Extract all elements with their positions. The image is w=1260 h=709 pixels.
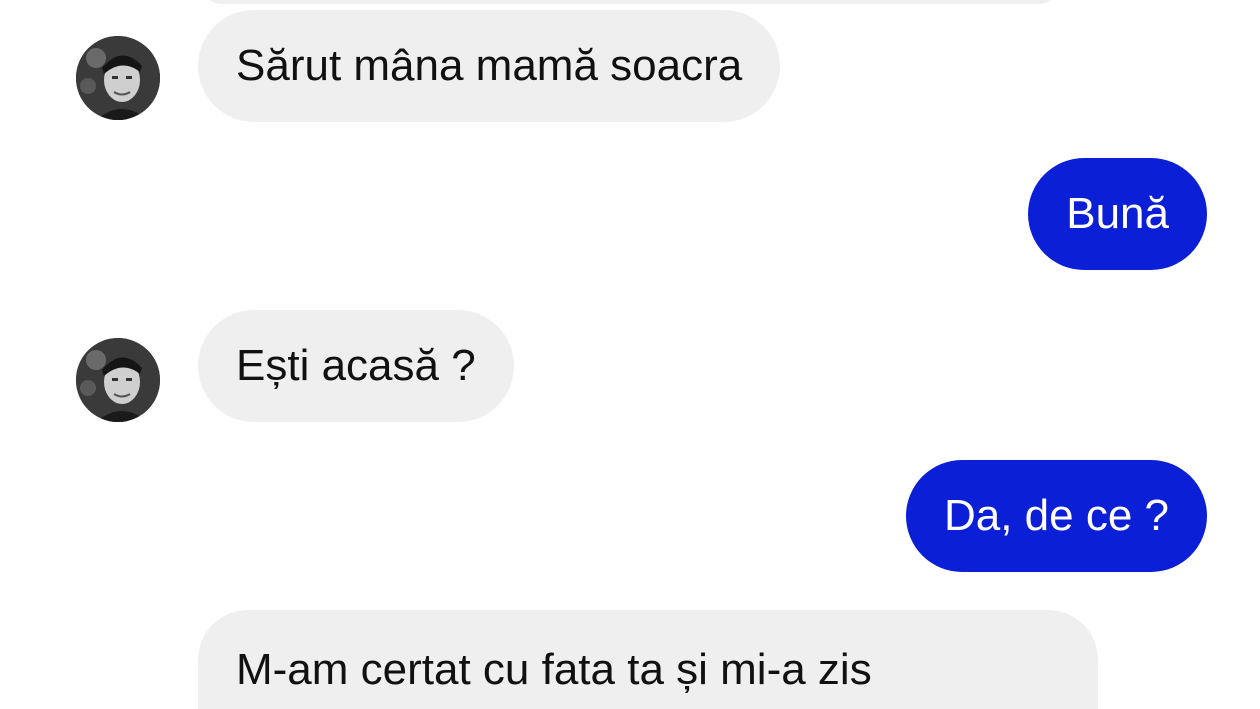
message-text: Bună — [1066, 189, 1169, 238]
chat-thread: Sărut mâna mamă soacra Bună Ești acasă ?… — [0, 0, 1260, 709]
outgoing-message-bubble[interactable]: Da, de ce ? — [905, 460, 1207, 572]
incoming-message-bubble[interactable]: M-am certat cu fata ta și mi-a zis — [198, 610, 1098, 709]
message-text: Ești acasă ? — [236, 341, 476, 390]
message-text: M-am certat cu fata ta și mi-a zis — [236, 645, 872, 694]
message-text: Da, de ce ? — [943, 491, 1169, 540]
contact-avatar[interactable] — [76, 338, 160, 422]
contact-avatar[interactable] — [76, 36, 160, 120]
outgoing-message-bubble[interactable]: Bună — [1028, 158, 1207, 270]
avatar-photo-icon — [76, 338, 160, 422]
incoming-message-bubble[interactable]: Sărut mâna mamă soacra — [198, 10, 781, 122]
previous-message-bubble — [200, 0, 1060, 4]
incoming-message-bubble[interactable]: Ești acasă ? — [198, 310, 514, 422]
message-text: Sărut mâna mamă soacra — [236, 41, 743, 90]
avatar-photo-icon — [76, 36, 160, 120]
